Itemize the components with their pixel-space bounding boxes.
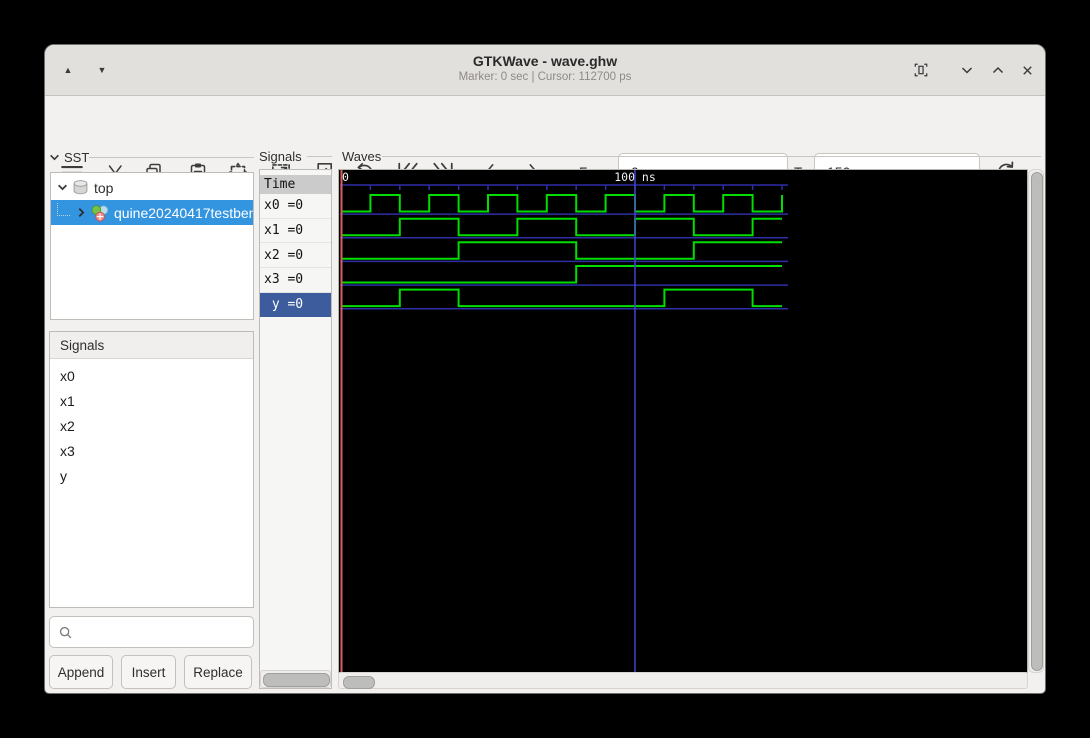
toolbar: From: To: (45, 95, 1045, 191)
sst-tree: top quine20240417testbench (50, 172, 254, 320)
waves-frame-label: Waves (342, 149, 382, 164)
chevron-up-icon (992, 66, 1004, 74)
waves-hscrollbar-track[interactable] (338, 672, 1028, 689)
replace-button[interactable]: Replace (184, 655, 252, 689)
wave-row-label-x2[interactable]: x2 =0 (260, 243, 331, 269)
minimize-button[interactable] (956, 59, 978, 81)
chevron-down-icon (50, 154, 59, 161)
waves-vscrollbar-thumb[interactable] (1031, 172, 1043, 671)
time-header: Time (260, 175, 331, 194)
window-title: GTKWave - wave.ghw (472, 53, 618, 69)
signal-list-item-x2[interactable]: x2 (50, 413, 253, 438)
signals-frame-line (307, 156, 332, 157)
signals-hscrollbar-track[interactable] (260, 670, 331, 688)
waveform-x3 (341, 265, 782, 284)
chevron-down-icon (961, 67, 973, 74)
sst-signals-header: Signals (50, 332, 253, 359)
wave-canvas-svg: 0 100 ns (340, 170, 788, 672)
timeline-origin-label: 0 (342, 170, 349, 184)
wave-row-label-y[interactable]: y =0 (260, 292, 331, 318)
waveform-y (341, 288, 782, 308)
signal-search-box[interactable] (49, 616, 254, 648)
tree-guide-line (57, 203, 70, 216)
sst-label: SST (64, 150, 90, 165)
insert-button[interactable]: Insert (121, 655, 176, 689)
signals-frame-label: Signals (259, 149, 302, 164)
maximize-button[interactable] (987, 59, 1009, 81)
wave-row-label-x3[interactable]: x3 =0 (260, 268, 331, 293)
waves-frame-line (382, 156, 1041, 157)
signals-hscrollbar-thumb[interactable] (263, 673, 330, 687)
expander-chevron-right-icon[interactable] (74, 207, 88, 218)
titlebar[interactable]: ▲ ▼ GTKWave - wave.ghw Marker: 0 sec | C… (45, 45, 1045, 96)
fit-icon (914, 63, 928, 77)
wave-canvas[interactable]: 0 100 ns (338, 169, 1028, 673)
waveform-x1 (341, 217, 782, 237)
marker-cursor-status: Marker: 0 sec | Cursor: 112700 ps (458, 71, 632, 83)
wave-row-label-x0[interactable]: x0 =0 (260, 194, 331, 219)
search-icon (59, 626, 72, 638)
signal-list-item-x0[interactable]: x0 (50, 363, 253, 388)
tree-item-label: quine20240417testbench (114, 204, 253, 221)
signal-list-item-y[interactable]: y (50, 463, 253, 488)
sst-expander[interactable]: SST (49, 150, 89, 165)
module-spheres-icon (91, 204, 109, 222)
tree-item-testbench[interactable]: quine20240417testbench (51, 200, 253, 225)
waves-vscrollbar-track[interactable] (1028, 169, 1044, 673)
expander-chevron-down-icon[interactable] (55, 182, 69, 193)
waves-hscrollbar-thumb[interactable] (343, 675, 375, 689)
tree-item-top[interactable]: top (51, 175, 253, 200)
sst-frame-line (89, 157, 254, 158)
wave-row-label-x1[interactable]: x1 =0 (260, 219, 331, 244)
waveform-x0 (341, 194, 783, 213)
waveform-x2 (341, 241, 782, 260)
signal-list-item-x3[interactable]: x3 (50, 438, 253, 463)
tree-item-label: top (94, 179, 114, 196)
close-icon (1022, 65, 1032, 75)
fit-window-button[interactable] (910, 59, 932, 81)
append-button[interactable]: Append (49, 655, 113, 689)
hierarchy-cylinder-icon (72, 179, 89, 196)
sst-signals-frame: Signals x0 x1 x2 x3 y (49, 331, 254, 608)
signal-list-item-x1[interactable]: x1 (50, 388, 253, 413)
gtkwave-window: ▲ ▼ GTKWave - wave.ghw Marker: 0 sec | C… (44, 44, 1046, 694)
close-button[interactable] (1016, 59, 1038, 81)
signal-names-panel: Time x0 =0 x1 =0 x2 =0 x3 =0 y =0 (259, 169, 332, 689)
